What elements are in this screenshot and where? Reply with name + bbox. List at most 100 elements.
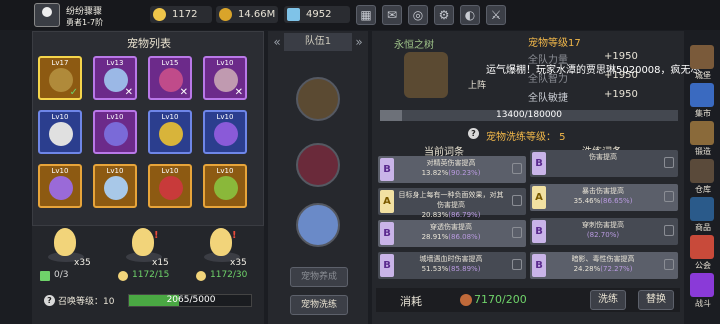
team-slot-2[interactable] bbox=[296, 143, 340, 187]
lock-icon[interactable] bbox=[512, 163, 522, 174]
pet-sprite bbox=[214, 176, 238, 200]
pet-wash-button[interactable]: 宠物洗练 bbox=[290, 295, 348, 315]
lock-icon[interactable] bbox=[512, 227, 522, 238]
player-avatar[interactable] bbox=[34, 3, 60, 27]
color-wheel-icon[interactable]: ◐ bbox=[460, 5, 480, 25]
egg-owned: 0/3 bbox=[54, 270, 69, 280]
pet-card[interactable]: Lv10 bbox=[203, 164, 247, 208]
gamepad-icon[interactable]: ◎ bbox=[408, 5, 428, 25]
player-rank: 勇者1-7阶 bbox=[66, 18, 104, 27]
current-entry[interactable]: B 穿透伤害提高 28.91%(86.08%) bbox=[378, 220, 526, 247]
deploy-label: 上阵 bbox=[468, 81, 487, 91]
pet-card[interactable]: Lv10 bbox=[93, 164, 137, 208]
menu-item[interactable]: 锻造 bbox=[688, 121, 718, 157]
menu-item[interactable]: 战斗 bbox=[688, 273, 718, 309]
team-slot-3[interactable] bbox=[296, 203, 340, 247]
entry-pct: 13.82% bbox=[421, 169, 449, 177]
current-entry[interactable]: B 城墙遇血时伤害提高 51.53%(85.89%) bbox=[378, 252, 526, 279]
entry-pct: 20.83% bbox=[421, 211, 449, 219]
egg-count: x35 bbox=[230, 258, 247, 268]
entry-range: (86.08%) bbox=[448, 233, 481, 241]
lock-icon[interactable] bbox=[664, 191, 674, 202]
menu-item[interactable]: 城堡 bbox=[688, 45, 718, 81]
menu-item-label: 仓库 bbox=[695, 185, 711, 194]
stat-agility-value: +1950 bbox=[604, 89, 638, 100]
menu-item-label: 集市 bbox=[695, 109, 711, 118]
lock-icon[interactable] bbox=[664, 157, 674, 168]
egg-icon[interactable] bbox=[210, 228, 232, 256]
lock-icon[interactable] bbox=[664, 259, 674, 270]
menu-item-label: 城堡 bbox=[695, 71, 711, 80]
wash-action-button[interactable]: 洗练 bbox=[590, 290, 626, 310]
pet-train-button[interactable]: 宠物养成 bbox=[290, 267, 348, 287]
menu-item[interactable]: 仓库 bbox=[688, 159, 718, 195]
menu-item[interactable]: 公会 bbox=[688, 235, 718, 271]
egg-icon[interactable] bbox=[132, 228, 154, 256]
entry-desc: 穿透伤害提高 bbox=[430, 223, 472, 231]
lock-icon[interactable] bbox=[512, 259, 522, 270]
entry-range: (86.79%) bbox=[448, 211, 481, 219]
summon-help-icon[interactable]: ? bbox=[44, 295, 55, 306]
gem-icon bbox=[287, 8, 300, 21]
menu-item-icon bbox=[690, 197, 714, 221]
current-entry[interactable]: B 对精英伤害提高 13.82%(90.23%) bbox=[378, 156, 526, 183]
sword-icon[interactable]: ⚔ bbox=[486, 5, 506, 25]
team-next-arrow[interactable]: » bbox=[352, 33, 366, 51]
pet-card[interactable]: Lv10 bbox=[203, 110, 247, 154]
pet-level-badge: Lv10 bbox=[106, 167, 124, 175]
lock-icon[interactable] bbox=[664, 225, 674, 236]
menu-item-label: 商品 bbox=[695, 223, 711, 232]
menu-item-label: 锻造 bbox=[695, 147, 711, 156]
pet-card[interactable]: Lv10 bbox=[148, 110, 192, 154]
system-broadcast: 运气爆棚！玩家水潭的贾思琳5020008，疯无尽 bbox=[486, 65, 701, 76]
pet-card[interactable]: Lv10 bbox=[93, 110, 137, 154]
summon-level: 10 bbox=[103, 297, 115, 307]
pet-card[interactable]: Lv10 ✕ bbox=[203, 56, 247, 100]
wash-entry[interactable]: B 穿刺伤害提高 (82.70%) bbox=[530, 218, 678, 245]
pet-card[interactable]: Lv13 ✕ bbox=[93, 56, 137, 100]
wash-entry[interactable]: A 暴击伤害提高 35.46%(86.65%) bbox=[530, 184, 678, 211]
entry-desc: 城墙遇血时伤害提高 bbox=[419, 255, 483, 263]
entry-desc: 暴击伤害提高 bbox=[582, 187, 624, 195]
pet-card[interactable]: Lv10 bbox=[148, 164, 192, 208]
consume-label: 消耗 bbox=[400, 295, 422, 308]
pet-sprite bbox=[214, 122, 238, 146]
current-entry[interactable]: A 目标身上每有一种负面效果，对其伤害提高 20.83%(86.79%) bbox=[378, 188, 526, 219]
entry-text: 穿透伤害提高 28.91%(86.08%) bbox=[398, 222, 504, 242]
cart-icon[interactable]: ▦ bbox=[356, 5, 376, 25]
alert-icon: ! bbox=[232, 230, 237, 241]
pet-card[interactable]: Lv17 ✓ bbox=[38, 56, 82, 100]
exp-text: 13400/180000 bbox=[495, 110, 563, 120]
mail-icon[interactable]: ✉ bbox=[382, 5, 402, 25]
pet-level-badge: Lv10 bbox=[161, 167, 179, 175]
wash-help-icon[interactable]: ? bbox=[468, 128, 479, 139]
entry-value: 20.83%(86.79%) bbox=[398, 210, 504, 220]
team-slot-1[interactable] bbox=[296, 77, 340, 121]
entry-text: 城墙遇血时伤害提高 51.53%(85.89%) bbox=[398, 254, 504, 274]
gear-icon[interactable]: ⚙ bbox=[434, 5, 454, 25]
team-prev-arrow[interactable]: « bbox=[270, 33, 284, 51]
entry-pct: 35.46% bbox=[573, 197, 601, 205]
coin-resource: 14.66M bbox=[216, 6, 278, 23]
lock-icon[interactable] bbox=[512, 195, 522, 206]
pet-card[interactable]: Lv10 bbox=[38, 164, 82, 208]
pet-card[interactable]: Lv10 bbox=[38, 110, 82, 154]
entry-range: (90.23%) bbox=[448, 169, 481, 177]
menu-item[interactable]: 集市 bbox=[688, 83, 718, 119]
pet-card[interactable]: Lv15 ✕ bbox=[148, 56, 192, 100]
entry-grade: B bbox=[532, 220, 546, 243]
undeployed-x-icon: ✕ bbox=[124, 87, 133, 98]
pet-level-badge: Lv13 bbox=[106, 59, 124, 67]
egg-icon[interactable] bbox=[54, 228, 76, 256]
pet-level-badge: Lv17 bbox=[51, 59, 69, 67]
pet-portrait bbox=[404, 52, 448, 98]
wash-stone-icon bbox=[460, 294, 472, 306]
menu-item[interactable]: 商品 bbox=[688, 197, 718, 233]
wash-entry[interactable]: B 伤害提高 bbox=[530, 150, 678, 177]
pet-level-badge: Lv10 bbox=[216, 167, 234, 175]
undeployed-x-icon: ✕ bbox=[234, 87, 243, 98]
entry-text: 伤害提高 bbox=[550, 152, 656, 162]
replace-action-button[interactable]: 替换 bbox=[638, 290, 674, 310]
menu-item-icon bbox=[690, 45, 714, 69]
wash-entry[interactable]: B 暗影、毒性伤害提高 24.28%(72.27%) bbox=[530, 252, 678, 279]
